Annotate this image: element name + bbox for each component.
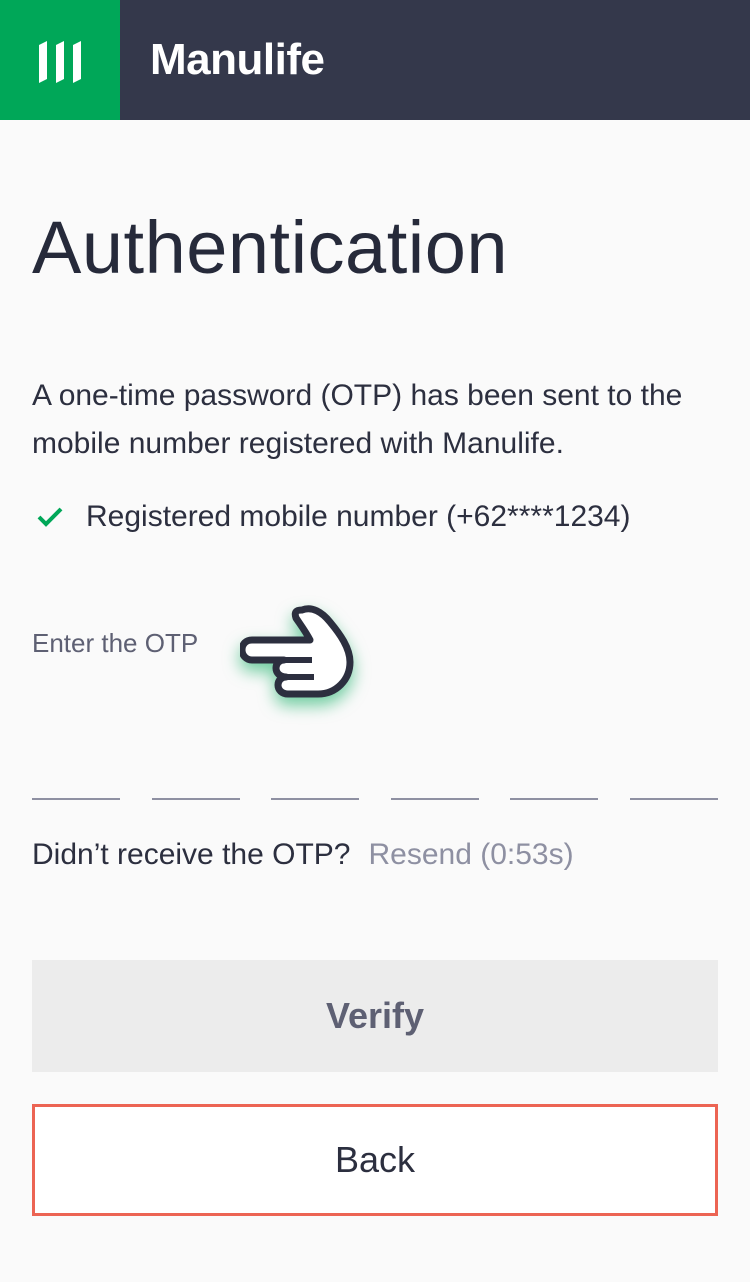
otp-description: A one-time password (OTP) has been sent … [32, 379, 683, 460]
manulife-logo-icon [39, 41, 81, 83]
registered-mobile-row: Registered mobile number (+62****1234) [36, 500, 630, 534]
otp-label: Enter the OTP [32, 628, 199, 658]
resend-row: Didn’t receive the OTP? Resend (0:53s) [32, 838, 574, 872]
otp-digit-3[interactable] [271, 770, 359, 800]
check-icon [37, 507, 63, 527]
otp-input-row [32, 770, 718, 802]
otp-digit-6[interactable] [630, 770, 718, 800]
otp-digit-5[interactable] [510, 770, 598, 800]
otp-digit-2[interactable] [152, 770, 240, 800]
resend-link[interactable]: Resend (0:53s) [368, 838, 573, 872]
resend-question: Didn’t receive the OTP? [32, 838, 351, 871]
back-button[interactable]: Back [32, 1104, 718, 1216]
logo-box[interactable] [0, 0, 120, 120]
pointing-hand-icon [238, 600, 360, 705]
otp-digit-4[interactable] [391, 770, 479, 800]
app-header: Manulife [0, 0, 750, 120]
brand-name: Manulife [150, 35, 325, 84]
otp-digit-1[interactable] [32, 770, 120, 800]
verify-button[interactable]: Verify [32, 960, 718, 1072]
page-title: Authentication [32, 206, 509, 289]
registered-mobile-text: Registered mobile number (+62****1234) [86, 500, 631, 533]
